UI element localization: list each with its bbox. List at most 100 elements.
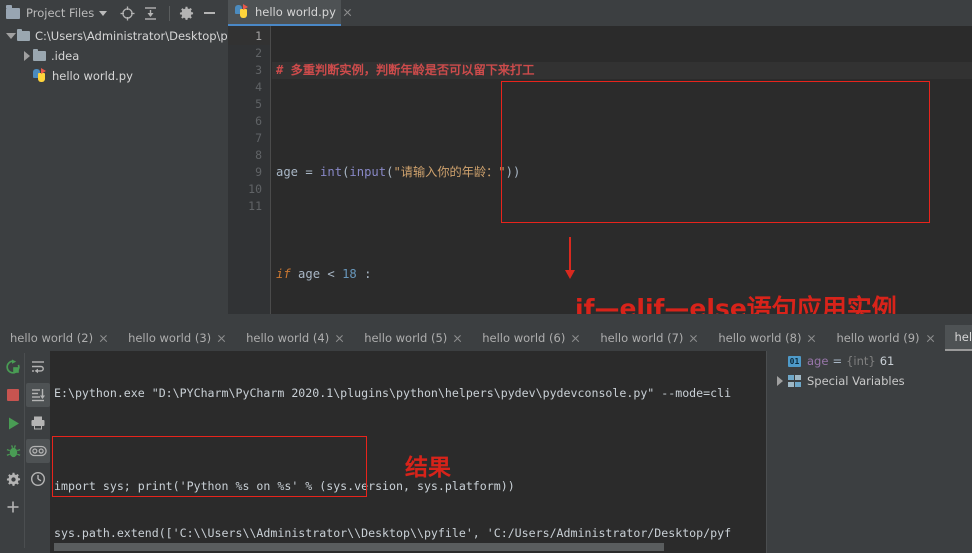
variable-equals: =	[832, 354, 843, 368]
console-hscrollbar-thumb[interactable]	[54, 543, 664, 551]
close-icon[interactable]	[335, 334, 344, 343]
python-file-icon	[235, 4, 249, 19]
line-number: 10	[248, 182, 262, 196]
code-annotation-text: if—elif—else语句应用实例	[575, 294, 897, 314]
console-annotation-text: 结果	[405, 455, 451, 481]
run-icon[interactable]	[1, 411, 25, 435]
history-icon[interactable]	[26, 467, 50, 491]
chevron-down-icon[interactable]	[99, 10, 108, 16]
close-icon[interactable]	[453, 334, 462, 343]
down-arrow-annotation	[565, 237, 575, 279]
tree-item-idea[interactable]: .idea	[0, 46, 228, 66]
toolbar-divider	[169, 5, 171, 21]
add-icon[interactable]	[1, 495, 25, 519]
settings-gear-icon[interactable]	[1, 467, 25, 491]
pane-divider	[766, 351, 767, 553]
variables-pane[interactable]: 01 age = {int} 61 Special Variables	[766, 351, 972, 553]
target-locate-icon[interactable]	[117, 3, 137, 23]
console-tab-2[interactable]: hello world (2)	[0, 325, 118, 351]
line-number: 4	[255, 80, 262, 94]
use-console-icon[interactable]	[26, 439, 50, 463]
twisty-expanded-icon[interactable]	[4, 30, 17, 43]
console-tab-8[interactable]: hello world (8)	[708, 325, 826, 351]
tab-label: hello world (8)	[718, 331, 802, 345]
variable-row-age[interactable]: 01 age = {int} 61	[766, 351, 972, 371]
tab-label: hello world (2)	[10, 331, 94, 345]
line-number: 9	[255, 165, 262, 179]
gutter-divider	[270, 26, 271, 314]
variable-row-special[interactable]: Special Variables	[766, 371, 972, 391]
code-line-1: # 多重判断实例，判断年龄是否可以留下来打工	[272, 62, 972, 79]
tree-item-label: .idea	[51, 49, 80, 63]
close-icon[interactable]	[807, 334, 816, 343]
collapse-all-icon[interactable]	[140, 3, 160, 23]
console-toolbar-column-2	[26, 355, 50, 495]
line-number: 7	[255, 131, 262, 145]
settings-gear-icon[interactable]	[176, 3, 196, 23]
tab-label: hello world (7)	[600, 331, 684, 345]
console-tab-10[interactable]: hello world (10)	[944, 325, 972, 351]
tab-label: hello world (10)	[954, 330, 972, 344]
console-tab-3[interactable]: hello world (3)	[118, 325, 236, 351]
line-number: 3	[255, 63, 262, 77]
line-number: 2	[255, 46, 262, 60]
console-toolbar	[0, 351, 50, 553]
code-editor[interactable]: 1 2 3 4 5 6 7 8 9 10 11 # 多重判断实例，判断年龄是否可…	[228, 26, 972, 314]
code-line-5: if age < 18 :	[276, 267, 372, 281]
editor-tab-label: hello world.py	[255, 5, 336, 19]
line-number: 5	[255, 97, 262, 111]
tree-item-hello-world-py[interactable]: hello world.py	[0, 66, 228, 86]
line-number: 8	[255, 148, 262, 162]
folder-icon	[6, 4, 20, 19]
tab-label: hello world (6)	[482, 331, 566, 345]
tab-label: hello world (9)	[836, 331, 920, 345]
project-files-label: Project Files	[26, 6, 95, 20]
close-icon[interactable]	[99, 334, 108, 343]
print-icon[interactable]	[26, 411, 50, 435]
tree-item-root[interactable]: C:\Users\Administrator\Desktop\pyfi	[0, 26, 228, 46]
project-toolbar: Project Files	[0, 0, 228, 26]
console-tab-6[interactable]: hello world (6)	[472, 325, 590, 351]
debug-icon[interactable]	[1, 439, 25, 463]
scroll-to-end-icon[interactable]	[26, 383, 50, 407]
line-number: 1	[228, 28, 270, 45]
variable-label: Special Variables	[807, 374, 905, 388]
close-icon[interactable]	[926, 334, 935, 343]
console-line-command: E:\python.exe "D:\PYCharm\PyCharm 2020.1…	[54, 386, 732, 400]
line-number: 6	[255, 114, 262, 128]
code-content[interactable]: # 多重判断实例，判断年龄是否可以留下来打工 age = int(input("…	[272, 28, 972, 314]
rerun-icon[interactable]	[1, 355, 25, 379]
tab-label: hello world (3)	[128, 331, 212, 345]
close-icon[interactable]	[217, 334, 226, 343]
tree-item-label: C:\Users\Administrator\Desktop\pyfi	[35, 29, 228, 43]
close-icon[interactable]	[689, 334, 698, 343]
folder-icon	[17, 28, 30, 41]
variable-type: {int}	[846, 354, 876, 368]
console-tab-7[interactable]: hello world (7)	[590, 325, 708, 351]
python-file-icon	[33, 68, 47, 83]
console-line-syspath: sys.path.extend(['C:\\Users\\Administrat…	[54, 525, 732, 540]
minimize-icon[interactable]	[199, 3, 219, 23]
code-line-3: age = int(input("请输入你的年龄："))	[276, 165, 521, 179]
close-icon[interactable]	[571, 334, 580, 343]
tab-label: hello world (5)	[364, 331, 448, 345]
project-files-tree[interactable]: C:\Users\Administrator\Desktop\pyfi .ide…	[0, 26, 228, 314]
soft-wrap-icon[interactable]	[26, 355, 50, 379]
twisty-collapsed-icon[interactable]	[772, 376, 788, 386]
tab-label: hello world (4)	[246, 331, 330, 345]
console-tab-4[interactable]: hello world (4)	[236, 325, 354, 351]
editor-tabbar: hello world.py	[228, 0, 972, 26]
console-tab-9[interactable]: hello world (9)	[826, 325, 944, 351]
twisty-collapsed-icon[interactable]	[20, 50, 33, 63]
console-tab-5[interactable]: hello world (5)	[354, 325, 472, 351]
editor-tab-hello-world-py[interactable]: hello world.py	[228, 0, 341, 26]
special-variables-icon	[788, 374, 801, 388]
stop-icon[interactable]	[1, 383, 25, 407]
folder-icon	[33, 48, 46, 61]
pycharm-window: Project Files C:\Users\Administrator\Des…	[0, 0, 972, 553]
console-toolbar-column-1	[1, 355, 25, 523]
line-number: 11	[248, 199, 262, 213]
